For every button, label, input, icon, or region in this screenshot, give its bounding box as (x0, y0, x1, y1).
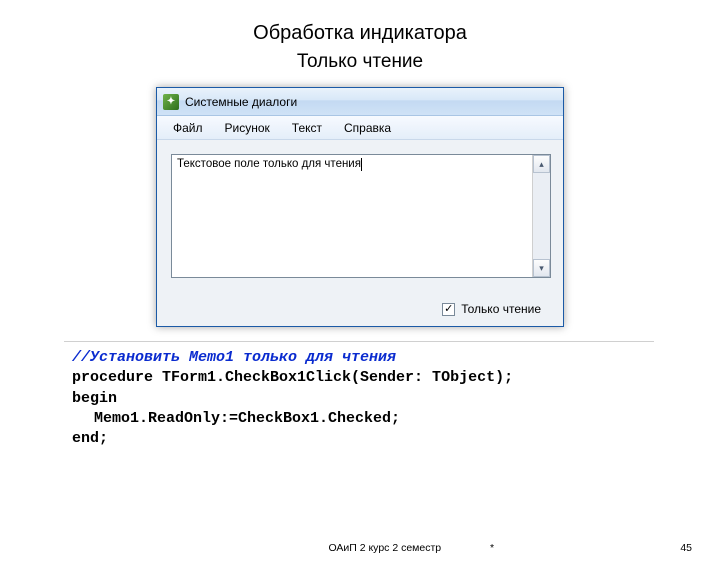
code-line-begin: begin (72, 389, 646, 409)
menu-help[interactable]: Справка (334, 119, 401, 137)
memo-field[interactable]: Текстовое поле только для чтения ▴ ▾ (171, 154, 551, 278)
app-window: ✦ Системные диалоги Файл Рисунок Текст С… (156, 87, 564, 327)
menubar: Файл Рисунок Текст Справка (157, 116, 563, 140)
footer-page-number: 45 (680, 542, 692, 554)
code-proc-sig: TForm1.CheckBox1Click(Sender: TObject); (153, 369, 513, 386)
slide-title: Обработка индикатора (0, 22, 720, 45)
text-caret (361, 158, 362, 171)
readonly-checkbox-row: ✓ Только чтение (442, 302, 541, 316)
code-comment: //Установить Memo1 только для чтения (72, 348, 646, 368)
app-icon: ✦ (163, 94, 179, 110)
menu-file[interactable]: Файл (163, 119, 213, 137)
code-kw-procedure: procedure (72, 369, 153, 386)
client-area: Текстовое поле только для чтения ▴ ▾ ✓ Т… (157, 140, 563, 326)
window-title: Системные диалоги (185, 95, 297, 109)
footer-course: ОАиП 2 курс 2 семестр (328, 542, 441, 554)
code-line-end: end; (72, 429, 646, 449)
readonly-checkbox[interactable]: ✓ (442, 303, 455, 316)
titlebar[interactable]: ✦ Системные диалоги (157, 88, 563, 116)
slide-subtitle: Только чтение (0, 51, 720, 73)
code-line-body: Memo1.ReadOnly:=CheckBox1.Checked; (72, 409, 646, 429)
menu-picture[interactable]: Рисунок (215, 119, 280, 137)
memo-text: Текстовое поле только для чтения (177, 158, 361, 170)
scroll-track[interactable] (533, 173, 550, 259)
menu-text[interactable]: Текст (282, 119, 332, 137)
footer-star: * (490, 542, 494, 554)
code-line-procedure: procedure TForm1.CheckBox1Click(Sender: … (72, 368, 646, 388)
scroll-down-button[interactable]: ▾ (533, 259, 550, 277)
code-block: //Установить Memo1 только для чтения pro… (64, 341, 654, 457)
scroll-up-button[interactable]: ▴ (533, 155, 550, 173)
memo-content: Текстовое поле только для чтения (172, 155, 532, 277)
memo-scrollbar[interactable]: ▴ ▾ (532, 155, 550, 277)
readonly-checkbox-label: Только чтение (461, 302, 541, 316)
